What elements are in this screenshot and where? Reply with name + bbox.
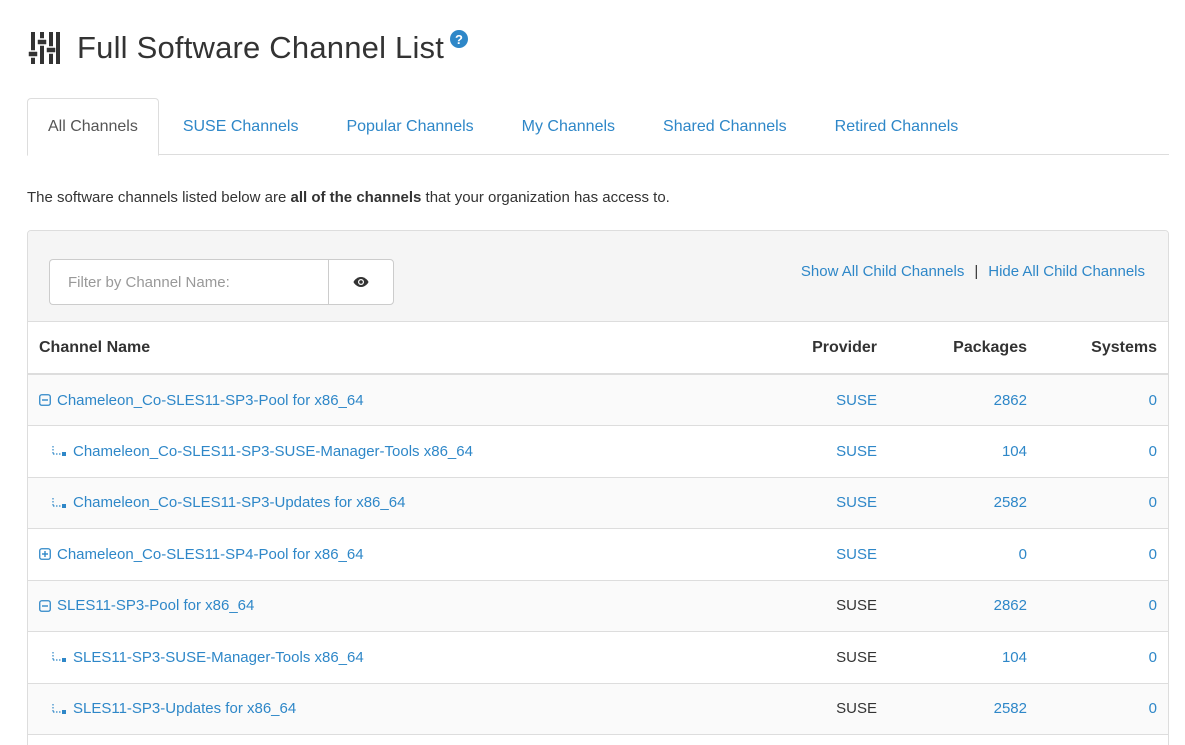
systems-count-link[interactable]: 0 (1038, 425, 1168, 478)
tab-suse-channels[interactable]: SUSE Channels (159, 98, 323, 155)
eye-icon (353, 277, 369, 287)
column-header-packages[interactable]: Packages (888, 322, 1038, 375)
channel-name-link[interactable]: SLES11-SP3-SUSE-Manager-Tools x86_64 (73, 649, 364, 666)
page-title: Full Software Channel List (77, 30, 445, 65)
channel-table: Channel Name Provider Packages Systems C… (28, 322, 1168, 735)
channel-name-link[interactable]: Chameleon_Co-SLES11-SP3-Updates for x86_… (73, 494, 405, 511)
sliders-icon (27, 32, 60, 64)
channel-name-link[interactable]: SLES11-SP3-Pool for x86_64 (57, 597, 254, 614)
channel-name-cell: Chameleon_Co-SLES11-SP3-SUSE-Manager-Too… (28, 425, 768, 478)
provider-cell: SUSE (768, 631, 888, 684)
channel-name-wrap: Chameleon_Co-SLES11-SP3-Pool for x86_64 (39, 392, 757, 409)
tree-branch-icon (52, 446, 66, 457)
channel-name-wrap: SLES11-SP3-Updates for x86_64 (39, 700, 757, 717)
systems-count-link[interactable]: 0 (1038, 580, 1168, 632)
hide-all-child-channels-link[interactable]: Hide All Child Channels (988, 263, 1145, 280)
tree-branch-icon (52, 703, 66, 714)
systems-count-link[interactable]: 0 (1038, 477, 1168, 529)
systems-count-link[interactable]: 0 (1038, 374, 1168, 426)
description-prefix: The software channels listed below are (27, 189, 291, 206)
filter-channel-name-input[interactable] (49, 259, 328, 305)
channel-name-link[interactable]: Chameleon_Co-SLES11-SP4-Pool for x86_64 (57, 546, 364, 563)
column-header-channel-name[interactable]: Channel Name (28, 322, 768, 375)
page: Full Software Channel List ? All Channel… (0, 0, 1185, 745)
channel-name-wrap: SLES11-SP3-Pool for x86_64 (39, 597, 757, 614)
table-row: SLES11-SP3-SUSE-Manager-Tools x86_64 SUSE… (28, 631, 1168, 684)
table-row: SLES11-SP3-Pool for x86_64 SUSE 2862 0 (28, 580, 1168, 632)
channel-name-wrap: Chameleon_Co-SLES11-SP4-Pool for x86_64 (39, 546, 757, 563)
channel-name-wrap: SLES11-SP3-SUSE-Manager-Tools x86_64 (39, 649, 757, 666)
packages-count-link[interactable]: 2582 (888, 683, 1038, 735)
table-row: SLES11-SP3-Updates for x86_64 SUSE 2582 0 (28, 683, 1168, 735)
column-header-systems[interactable]: Systems (1038, 322, 1168, 375)
provider-cell: SUSE (768, 580, 888, 632)
channel-name-cell: Chameleon_Co-SLES11-SP3-Pool for x86_64 (28, 374, 768, 426)
show-all-child-channels-link[interactable]: Show All Child Channels (801, 263, 964, 280)
tree-branch-icon (52, 497, 66, 508)
expand-plus-icon[interactable] (39, 548, 51, 561)
packages-count-link[interactable]: 2582 (888, 477, 1038, 529)
channel-rows: Chameleon_Co-SLES11-SP3-Pool for x86_64 S… (28, 374, 1168, 735)
collapse-minus-icon[interactable] (39, 599, 51, 612)
channel-tabs: All Channels SUSE Channels Popular Chann… (27, 98, 1169, 156)
channel-name-link[interactable]: SLES11-SP3-Updates for x86_64 (73, 700, 296, 717)
packages-count-link[interactable]: 104 (888, 631, 1038, 684)
table-row: Chameleon_Co-SLES11-SP3-SUSE-Manager-Too… (28, 425, 1168, 478)
provider-cell: SUSE (768, 683, 888, 735)
title-row: Full Software Channel List ? (27, 22, 469, 74)
column-header-provider[interactable]: Provider (768, 322, 888, 375)
table-header-row: Channel Name Provider Packages Systems (28, 322, 1168, 375)
provider-cell[interactable]: SUSE (768, 425, 888, 478)
table-row: Chameleon_Co-SLES11-SP4-Pool for x86_64 S… (28, 528, 1168, 581)
table-row: Chameleon_Co-SLES11-SP3-Pool for x86_64 S… (28, 374, 1168, 426)
tab-shared-channels[interactable]: Shared Channels (639, 98, 811, 155)
svg-text:?: ? (455, 32, 463, 47)
packages-count-link[interactable]: 104 (888, 425, 1038, 478)
tab-popular-channels[interactable]: Popular Channels (322, 98, 497, 155)
systems-count-link[interactable]: 0 (1038, 683, 1168, 735)
channel-name-cell: SLES11-SP3-Pool for x86_64 (28, 580, 768, 632)
collapse-minus-icon[interactable] (39, 394, 51, 406)
link-separator: | (974, 263, 979, 280)
packages-count-link[interactable]: 2862 (888, 374, 1038, 426)
description-bold: all of the channels (290, 189, 422, 206)
table-row: Chameleon_Co-SLES11-SP3-Updates for x86_… (28, 477, 1168, 529)
channel-list-panel: Show All Child Channels | Hide All Child… (27, 230, 1169, 745)
tab-retired-channels[interactable]: Retired Channels (811, 98, 983, 155)
systems-count-link[interactable]: 0 (1038, 528, 1168, 581)
channel-name-cell: Chameleon_Co-SLES11-SP3-Updates for x86_… (28, 477, 768, 529)
child-channel-links: Show All Child Channels | Hide All Child… (801, 263, 1145, 280)
packages-count-link[interactable]: 2862 (888, 580, 1038, 632)
channel-name-wrap: Chameleon_Co-SLES11-SP3-SUSE-Manager-Too… (39, 443, 757, 460)
tab-all-channels[interactable]: All Channels (27, 98, 159, 156)
filter-group (49, 259, 394, 305)
channel-name-link[interactable]: Chameleon_Co-SLES11-SP3-Pool for x86_64 (57, 392, 364, 409)
provider-cell[interactable]: SUSE (768, 477, 888, 529)
filter-button[interactable] (328, 259, 394, 305)
question-circle-icon[interactable]: ? (450, 30, 469, 48)
channel-list-description: The software channels listed below are a… (27, 189, 670, 206)
channel-name-cell: SLES11-SP3-Updates for x86_64 (28, 683, 768, 735)
channel-name-cell: Chameleon_Co-SLES11-SP4-Pool for x86_64 (28, 528, 768, 581)
channel-name-link[interactable]: Chameleon_Co-SLES11-SP3-SUSE-Manager-Too… (73, 443, 473, 460)
systems-count-link[interactable]: 0 (1038, 631, 1168, 684)
provider-cell[interactable]: SUSE (768, 374, 888, 426)
channel-name-wrap: Chameleon_Co-SLES11-SP3-Updates for x86_… (39, 494, 757, 511)
panel-toolbar: Show All Child Channels | Hide All Child… (28, 231, 1168, 322)
packages-count-link[interactable]: 0 (888, 528, 1038, 581)
provider-cell[interactable]: SUSE (768, 528, 888, 581)
tab-my-channels[interactable]: My Channels (498, 98, 639, 155)
description-suffix: that your organization has access to. (421, 189, 670, 206)
tree-branch-icon (52, 652, 66, 663)
channel-name-cell: SLES11-SP3-SUSE-Manager-Tools x86_64 (28, 631, 768, 684)
